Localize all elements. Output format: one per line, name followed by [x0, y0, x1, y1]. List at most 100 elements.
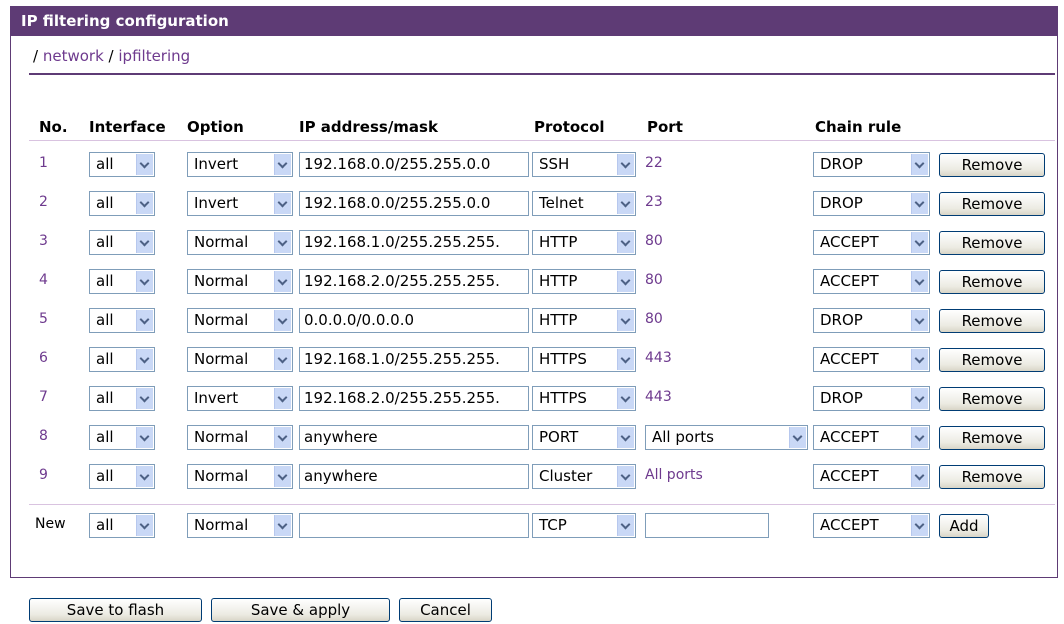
option-select[interactable]: Normal [187, 464, 293, 489]
interface-select[interactable]: all [89, 425, 155, 450]
option-select[interactable]: Invert [187, 152, 293, 177]
chain-rule-select[interactable]: DROP [813, 308, 930, 333]
breadcrumb-link-ipfiltering[interactable]: ipfiltering [118, 47, 190, 65]
protocol-select[interactable]: HTTP [532, 308, 636, 333]
chevron-down-icon[interactable] [136, 515, 153, 536]
ip-address-input[interactable]: 192.168.1.0/255.255.255. [299, 347, 529, 372]
chevron-down-icon[interactable] [136, 271, 153, 292]
chain-rule-select[interactable]: ACCEPT [813, 425, 930, 450]
remove-button[interactable]: Remove [939, 426, 1045, 450]
chevron-down-icon[interactable] [136, 427, 153, 448]
save-to-flash-button[interactable]: Save to flash [29, 598, 202, 622]
chevron-down-icon[interactable] [911, 271, 928, 292]
ip-address-input[interactable]: anywhere [299, 464, 529, 489]
chain-rule-select[interactable]: ACCEPT [813, 464, 930, 489]
remove-button[interactable]: Remove [939, 270, 1045, 294]
remove-button[interactable]: Remove [939, 348, 1045, 372]
option-select[interactable]: Invert [187, 191, 293, 216]
chevron-down-icon[interactable] [617, 193, 634, 214]
chevron-down-icon[interactable] [911, 466, 928, 487]
chevron-down-icon[interactable] [136, 154, 153, 175]
chevron-down-icon[interactable] [617, 466, 634, 487]
interface-select[interactable]: all [89, 230, 155, 255]
chevron-down-icon[interactable] [911, 515, 928, 536]
interface-select[interactable]: all [89, 347, 155, 372]
port-input[interactable] [645, 513, 769, 538]
protocol-select[interactable]: Telnet [532, 191, 636, 216]
chevron-down-icon[interactable] [911, 388, 928, 409]
remove-button[interactable]: Remove [939, 153, 1045, 177]
chevron-down-icon[interactable] [911, 349, 928, 370]
protocol-select[interactable]: HTTP [532, 269, 636, 294]
remove-button[interactable]: Remove [939, 192, 1045, 216]
ip-address-input[interactable]: 192.168.0.0/255.255.0.0 [299, 152, 529, 177]
interface-select[interactable]: all [89, 152, 155, 177]
interface-select[interactable]: all [89, 308, 155, 333]
chevron-down-icon[interactable] [274, 310, 291, 331]
option-select[interactable]: Normal [187, 513, 293, 538]
protocol-select[interactable]: HTTPS [532, 386, 636, 411]
remove-button[interactable]: Remove [939, 231, 1045, 255]
option-select[interactable]: Invert [187, 386, 293, 411]
chevron-down-icon[interactable] [617, 271, 634, 292]
chevron-down-icon[interactable] [617, 388, 634, 409]
chevron-down-icon[interactable] [617, 310, 634, 331]
chevron-down-icon[interactable] [136, 310, 153, 331]
interface-select[interactable]: all [89, 386, 155, 411]
chain-rule-select[interactable]: ACCEPT [813, 230, 930, 255]
chevron-down-icon[interactable] [617, 232, 634, 253]
ip-address-input[interactable]: 192.168.2.0/255.255.255. [299, 386, 529, 411]
chevron-down-icon[interactable] [274, 271, 291, 292]
chevron-down-icon[interactable] [911, 154, 928, 175]
chevron-down-icon[interactable] [274, 466, 291, 487]
option-select[interactable]: Normal [187, 425, 293, 450]
chevron-down-icon[interactable] [617, 515, 634, 536]
protocol-select[interactable]: HTTP [532, 230, 636, 255]
chevron-down-icon[interactable] [911, 427, 928, 448]
ip-address-input[interactable] [299, 513, 529, 538]
chevron-down-icon[interactable] [274, 154, 291, 175]
remove-button[interactable]: Remove [939, 387, 1045, 411]
chevron-down-icon[interactable] [617, 349, 634, 370]
save-and-apply-button[interactable]: Save & apply [211, 598, 390, 622]
interface-select[interactable]: all [89, 464, 155, 489]
ip-address-input[interactable]: 192.168.1.0/255.255.255. [299, 230, 529, 255]
chain-rule-select[interactable]: DROP [813, 191, 930, 216]
add-button[interactable]: Add [939, 514, 989, 538]
ip-address-input[interactable]: 0.0.0.0/0.0.0.0 [299, 308, 529, 333]
chevron-down-icon[interactable] [789, 427, 806, 448]
protocol-select[interactable]: HTTPS [532, 347, 636, 372]
chevron-down-icon[interactable] [136, 193, 153, 214]
chevron-down-icon[interactable] [911, 310, 928, 331]
chain-rule-select[interactable]: DROP [813, 152, 930, 177]
chevron-down-icon[interactable] [911, 193, 928, 214]
chevron-down-icon[interactable] [617, 154, 634, 175]
port-select[interactable]: All ports [645, 425, 808, 450]
remove-button[interactable]: Remove [939, 465, 1045, 489]
chevron-down-icon[interactable] [911, 232, 928, 253]
chain-rule-select[interactable]: ACCEPT [813, 513, 930, 538]
ip-address-input[interactable]: anywhere [299, 425, 529, 450]
protocol-select[interactable]: Cluster [532, 464, 636, 489]
interface-select[interactable]: all [89, 269, 155, 294]
chevron-down-icon[interactable] [136, 388, 153, 409]
option-select[interactable]: Normal [187, 269, 293, 294]
chevron-down-icon[interactable] [136, 349, 153, 370]
chevron-down-icon[interactable] [274, 193, 291, 214]
breadcrumb-link-network[interactable]: network [43, 47, 104, 65]
interface-select[interactable]: all [89, 191, 155, 216]
chevron-down-icon[interactable] [274, 349, 291, 370]
chevron-down-icon[interactable] [136, 232, 153, 253]
chain-rule-select[interactable]: ACCEPT [813, 269, 930, 294]
ip-address-input[interactable]: 192.168.0.0/255.255.0.0 [299, 191, 529, 216]
option-select[interactable]: Normal [187, 230, 293, 255]
protocol-select[interactable]: TCP [532, 513, 636, 538]
chevron-down-icon[interactable] [274, 232, 291, 253]
interface-select[interactable]: all [89, 513, 155, 538]
chevron-down-icon[interactable] [274, 515, 291, 536]
chevron-down-icon[interactable] [617, 427, 634, 448]
chain-rule-select[interactable]: ACCEPT [813, 347, 930, 372]
option-select[interactable]: Normal [187, 347, 293, 372]
option-select[interactable]: Normal [187, 308, 293, 333]
chain-rule-select[interactable]: DROP [813, 386, 930, 411]
